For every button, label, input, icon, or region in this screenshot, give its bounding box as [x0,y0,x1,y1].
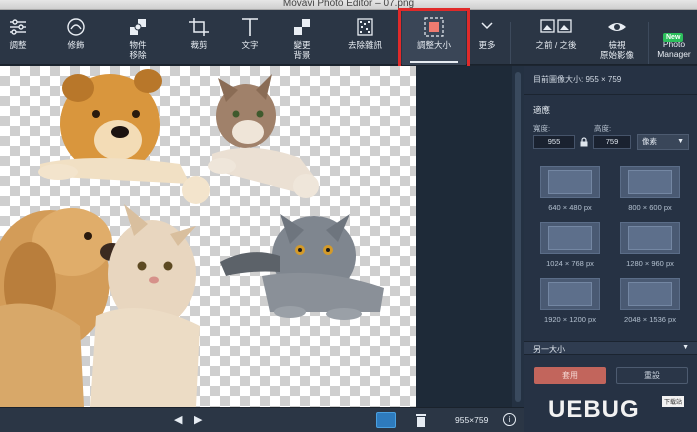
tool-label: 物件 移除 [129,40,147,60]
photo-manager-icon [663,17,685,29]
tool-crop[interactable]: 裁剪 [180,10,218,65]
preset-thumbnail [540,222,600,254]
tool-label: 調整大小 [416,40,451,50]
tool-label: 變更 背景 [293,40,311,60]
tool-denoise[interactable]: 去除雜訊 [340,10,390,65]
tool-label: 文字 [241,40,259,50]
before-after-icon [540,19,572,33]
next-image-button[interactable]: ▶ [194,413,202,426]
retouch-icon [67,18,85,36]
window-title: Movavi Photo Editor – 07.png [282,0,415,9]
preset-label: 640 × 480 px [548,203,592,212]
width-label: 寬度: [533,124,551,133]
tool-label: 之前 / 之後 [535,40,577,50]
tool-resize[interactable]: 調整大小 [402,10,466,65]
trash-icon[interactable] [415,412,427,428]
photo-content [0,69,384,407]
preset-thumbnail [540,278,600,310]
tool-label: 裁剪 [190,40,208,50]
scrollbar-thumb[interactable] [515,72,521,402]
puppy-kitten-image [0,204,200,407]
tool-view-original[interactable]: 檢視 原始影像 [592,10,642,65]
new-badge: New [663,33,684,42]
lock-icon[interactable] [579,137,589,147]
tool-label: Photo Manager [657,39,691,59]
kitten-image [208,74,319,198]
preset-label: 800 × 600 px [628,203,672,212]
tool-adjust[interactable]: 調整 [0,10,36,65]
dog-image [38,69,210,204]
info-icon[interactable]: i [503,413,516,426]
preset-label: 1920 × 1200 px [544,315,596,324]
tool-label: 檢視 原始影像 [599,40,634,60]
title-bar: Movavi Photo Editor – 07.png [0,0,697,10]
apply-button[interactable]: 套用 [534,367,606,384]
watermark-logo: UEBUG [548,396,640,423]
tool-label: 更多 [478,40,496,50]
image-canvas[interactable] [0,66,416,407]
preset-1280x960[interactable]: 1280 × 960 px [620,222,680,268]
tool-before-after[interactable]: 之前 / 之後 [526,10,586,65]
denoise-icon [357,18,373,36]
unit-select[interactable]: 像素 ▼ [637,134,689,150]
main-toolbar: 調整 修飾 物件 移除 裁剪 文字 變更 背景 去除雜訊 調整大小 更多 之前 … [0,10,697,65]
canvas-margin [416,66,512,407]
height-field[interactable]: 759 [593,135,631,149]
tool-object-removal[interactable]: 物件 移除 [115,10,161,65]
height-label: 高度: [594,124,612,133]
preset-label: 2048 × 1536 px [624,315,676,324]
resize-panel: 目前圖像大小: 955 × 759 適應 寬度: 高度: 955 759 像素 … [524,66,697,432]
tool-more[interactable]: 更多 [474,10,500,65]
unit-value: 像素 [642,137,657,146]
resize-icon [424,17,444,37]
previous-image-button[interactable]: ◀ [174,413,182,426]
divider [524,94,697,95]
tool-label: 調整 [9,40,27,50]
toolbar-divider [510,22,511,64]
preset-label: 1280 × 960 px [626,259,674,268]
tool-text[interactable]: 文字 [231,10,269,65]
other-size-label: 另一大小 [533,345,565,354]
vertical-scrollbar[interactable] [512,66,524,407]
preset-thumbnail [620,166,680,198]
width-field[interactable]: 955 [533,135,575,149]
watermark-subtitle: 下载站 [662,396,685,407]
toolbar-divider [648,22,649,64]
tool-change-background[interactable]: 變更 背景 [282,10,322,65]
tool-retouch[interactable]: 修飾 [56,10,96,65]
current-image-size: 目前圖像大小: 955 × 759 [533,75,622,84]
preset-label: 1024 × 768 px [546,259,594,268]
text-icon [242,18,258,36]
preset-2048x1536[interactable]: 2048 × 1536 px [620,278,680,324]
section-title: 適應 [533,105,551,115]
tool-label: 修飾 [67,40,85,50]
preset-thumbnail [620,278,680,310]
chevron-down-icon: ▼ [677,138,684,145]
reset-button[interactable]: 重設 [616,367,688,384]
image-dimensions: 955×759 [455,415,489,425]
preset-1920x1200[interactable]: 1920 × 1200 px [540,278,600,324]
change-background-icon [294,19,310,35]
grey-cat-image [220,214,384,320]
chevron-down-icon [481,22,493,30]
other-size-toggle[interactable]: 另一大小 ▼ [524,341,697,355]
chevron-down-icon: ▼ [682,344,689,351]
preset-thumbnail [620,222,680,254]
preset-640x480[interactable]: 640 × 480 px [540,166,600,212]
object-removal-icon [130,19,146,35]
status-bar: ◀ ▶ 955×759 i [0,407,524,432]
eye-icon [608,23,626,31]
crop-icon [189,18,209,36]
fit-to-screen-icon[interactable] [376,412,396,428]
sliders-icon [10,19,26,35]
tool-label: 去除雜訊 [347,40,382,50]
preset-thumbnail [540,166,600,198]
preset-800x600[interactable]: 800 × 600 px [620,166,680,212]
preset-1024x768[interactable]: 1024 × 768 px [540,222,600,268]
